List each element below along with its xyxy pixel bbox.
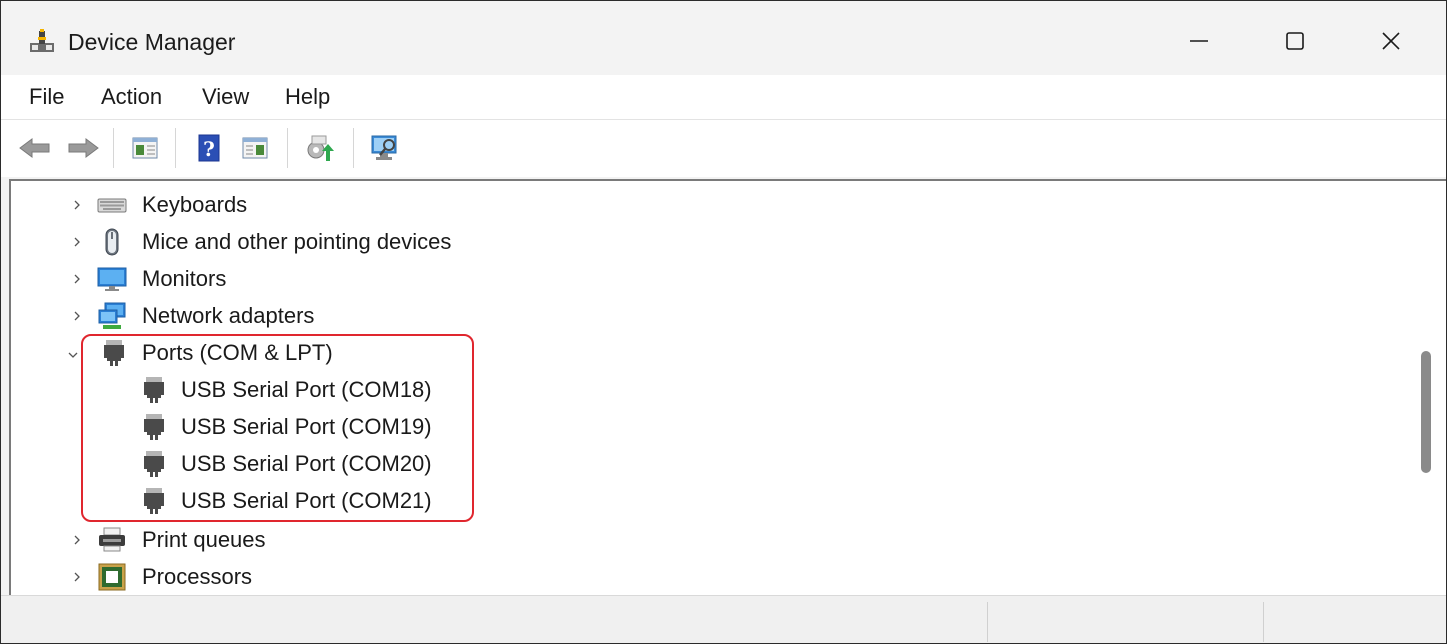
tree-node-label: Print queues	[142, 527, 266, 552]
tree-node-monitors[interactable]: Monitors	[11, 261, 1401, 297]
status-bar	[1, 595, 1446, 643]
show-hide-console-tree-button[interactable]	[127, 130, 163, 166]
highlight-annotation	[81, 334, 474, 522]
forward-arrow-icon	[68, 138, 99, 158]
show-hide-action-pane-button[interactable]	[237, 130, 273, 166]
window-title: Device Manager	[68, 29, 236, 55]
device-manager-app-icon	[30, 29, 54, 52]
menu-action[interactable]: Action	[101, 83, 162, 111]
close-icon	[1382, 32, 1400, 50]
chevron-right-icon[interactable]	[69, 197, 85, 213]
tree-node-label: Mice and other pointing devices	[142, 229, 452, 254]
vertical-scrollbar[interactable]	[1409, 181, 1446, 595]
show-hide-action-pane-icon	[242, 137, 268, 159]
tree-node-keyboards[interactable]: Keyboards	[11, 187, 1401, 223]
tree-node-label: Monitors	[142, 266, 227, 291]
network-adapter-icon	[98, 302, 126, 329]
toolbar-separator	[287, 128, 288, 168]
monitor-icon	[97, 267, 127, 291]
device-manager-window: Device Manager File Action View Help ? K…	[0, 0, 1447, 644]
device-tree[interactable]: Keyboards Mice and other pointing device…	[9, 179, 1446, 595]
close-button[interactable]	[1361, 17, 1421, 65]
menu-view[interactable]: View	[202, 83, 249, 111]
toolbar: ?	[1, 119, 1446, 177]
help-icon: ?	[198, 134, 220, 162]
chevron-right-icon[interactable]	[69, 569, 85, 585]
printer-icon	[99, 527, 125, 552]
svg-text:?: ?	[203, 137, 215, 161]
maximize-icon	[1286, 32, 1304, 50]
title-bar[interactable]: Device Manager	[1, 1, 1446, 75]
chevron-right-icon[interactable]	[69, 532, 85, 548]
minimize-button[interactable]	[1169, 17, 1229, 65]
menu-file[interactable]: File	[29, 83, 64, 111]
status-bar-divider	[1263, 602, 1264, 642]
status-bar-divider	[987, 602, 988, 642]
tree-node-processors[interactable]: Processors	[11, 559, 1401, 595]
chevron-right-icon[interactable]	[69, 271, 85, 287]
chevron-right-icon[interactable]	[69, 234, 85, 250]
update-driver-icon	[307, 135, 334, 161]
back-button[interactable]	[17, 130, 53, 166]
tree-node-label: Keyboards	[142, 192, 248, 217]
forward-button[interactable]	[65, 130, 101, 166]
mouse-icon	[105, 228, 119, 256]
show-hide-console-tree-icon	[132, 137, 158, 159]
toolbar-separator	[175, 128, 176, 168]
scrollbar-thumb[interactable]	[1421, 351, 1431, 473]
keyboard-icon	[97, 198, 127, 213]
chevron-right-icon[interactable]	[69, 308, 85, 324]
tree-node-label: Network adapters	[142, 303, 315, 328]
help-button[interactable]: ?	[191, 130, 227, 166]
processor-icon	[98, 563, 126, 591]
tree-node-print-queues[interactable]: Print queues	[11, 522, 1401, 558]
toolbar-separator	[353, 128, 354, 168]
toolbar-separator	[113, 128, 114, 168]
tree-node-mice[interactable]: Mice and other pointing devices	[11, 224, 1401, 260]
scan-for-hardware-changes-icon	[371, 135, 397, 160]
maximize-button[interactable]	[1265, 17, 1325, 65]
chevron-down-icon[interactable]	[65, 347, 81, 363]
menu-bar: File Action View Help	[1, 75, 1446, 119]
back-arrow-icon	[19, 138, 50, 158]
tree-node-label: Processors	[142, 564, 253, 589]
menu-help[interactable]: Help	[285, 83, 330, 111]
update-driver-button[interactable]	[301, 130, 337, 166]
minimize-icon	[1190, 40, 1208, 42]
tree-node-network-adapters[interactable]: Network adapters	[11, 298, 1401, 334]
scan-for-hardware-changes-button[interactable]	[367, 130, 403, 166]
